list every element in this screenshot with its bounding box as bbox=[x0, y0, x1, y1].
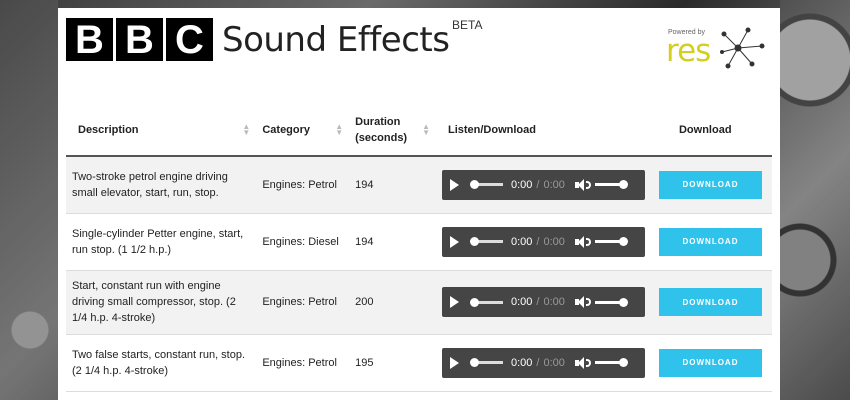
player-cell: 0:00 / 0:00 bbox=[435, 213, 651, 271]
volume-icon[interactable] bbox=[574, 178, 591, 191]
progress-slider[interactable] bbox=[469, 180, 503, 190]
description-cell: Start, constant run with engine driving … bbox=[66, 270, 257, 335]
current-time: 0:00 bbox=[510, 178, 533, 191]
duration-cell: 194 bbox=[349, 156, 436, 214]
current-time: 0:00 bbox=[510, 356, 533, 369]
download-button[interactable]: DOWNLOAD bbox=[658, 227, 762, 256]
res-logo[interactable]: res bbox=[666, 33, 711, 69]
download-cell: DOWNLOAD bbox=[650, 270, 772, 335]
table-row: Start, constant run with engine driving … bbox=[66, 270, 772, 335]
duration-cell: 195 bbox=[349, 334, 436, 392]
progress-slider[interactable] bbox=[469, 237, 503, 246]
category-cell: Engines: Petrol bbox=[256, 270, 350, 335]
audio-player: 0:00 / 0:00 bbox=[441, 347, 645, 378]
total-time: 0:00 bbox=[543, 178, 565, 191]
description-cell: Single-cylinder Petter engine, start, ru… bbox=[66, 213, 257, 271]
player-cell: 0:00 / 0:00 bbox=[435, 156, 651, 214]
res-network-icon bbox=[720, 27, 765, 69]
volume-icon[interactable] bbox=[574, 235, 591, 248]
description-cell: Two-stroke petrol engine driving small e… bbox=[66, 156, 257, 214]
player-cell: 0:00 / 0:00 bbox=[435, 334, 651, 392]
logo-letter: B bbox=[66, 18, 113, 61]
sort-icon[interactable]: ▲ ▼ bbox=[422, 122, 430, 136]
background-machinery bbox=[0, 0, 58, 400]
play-icon[interactable] bbox=[449, 356, 459, 369]
download-cell: DOWNLOAD bbox=[650, 334, 772, 392]
table-row: Single-cylinder Petter engine, start, ru… bbox=[66, 213, 772, 271]
play-icon[interactable] bbox=[449, 235, 459, 248]
player-cell: 0:00 / 0:00 bbox=[435, 270, 651, 335]
download-cell: DOWNLOAD bbox=[650, 156, 772, 214]
site-header: B B C Sound Effects BETA Powered by res bbox=[58, 8, 780, 78]
audio-player: 0:00 / 0:00 bbox=[441, 226, 645, 257]
table-header-row: Description ▲ ▼ Category ▲ ▼ Duration (sec… bbox=[66, 104, 772, 157]
download-button[interactable]: DOWNLOAD bbox=[658, 288, 762, 316]
category-cell: Engines: Petrol bbox=[256, 156, 350, 214]
total-time: 0:00 bbox=[543, 356, 565, 369]
download-cell: DOWNLOAD bbox=[650, 213, 772, 271]
duration-cell: 194 bbox=[349, 213, 436, 271]
category-cell: Engines: Diesel bbox=[256, 213, 350, 271]
logo-letter: B bbox=[116, 18, 163, 61]
progress-slider[interactable] bbox=[469, 297, 503, 307]
column-header-category[interactable]: Category ▲ ▼ bbox=[256, 104, 350, 157]
sort-icon[interactable]: ▲ ▼ bbox=[335, 122, 343, 136]
progress-slider[interactable] bbox=[469, 358, 503, 367]
sort-icon[interactable]: ▲ ▼ bbox=[242, 122, 250, 136]
volume-slider[interactable] bbox=[594, 297, 628, 307]
volume-icon[interactable] bbox=[574, 296, 591, 308]
bbc-logo[interactable]: B B C bbox=[66, 18, 213, 61]
audio-player: 0:00 / 0:00 bbox=[441, 287, 645, 317]
table-row: Two-stroke petrol engine driving small e… bbox=[66, 156, 772, 214]
sound-effects-table: Description ▲ ▼ Category ▲ ▼ Duration (sec… bbox=[66, 104, 772, 392]
play-icon[interactable] bbox=[449, 178, 459, 191]
background-machinery bbox=[780, 0, 850, 400]
beta-badge: BETA bbox=[452, 18, 483, 32]
volume-slider[interactable] bbox=[594, 358, 628, 367]
logo-letter: C bbox=[166, 18, 213, 61]
column-header-download: Download bbox=[650, 104, 772, 157]
play-icon[interactable] bbox=[449, 296, 459, 308]
main-panel: B B C Sound Effects BETA Powered by res bbox=[58, 8, 780, 400]
volume-slider[interactable] bbox=[594, 180, 628, 190]
download-button[interactable]: DOWNLOAD bbox=[658, 170, 762, 199]
category-cell: Engines: Petrol bbox=[256, 334, 350, 392]
column-header-listen: Listen/Download bbox=[435, 104, 651, 157]
volume-icon[interactable] bbox=[574, 356, 591, 369]
current-time: 0:00 bbox=[510, 296, 533, 308]
audio-player: 0:00 / 0:00 bbox=[441, 169, 645, 200]
volume-slider[interactable] bbox=[594, 237, 628, 246]
site-title: Sound Effects bbox=[222, 20, 450, 60]
total-time: 0:00 bbox=[543, 235, 565, 248]
description-cell: Two false starts, constant run, stop. (2… bbox=[66, 334, 257, 392]
current-time: 0:00 bbox=[510, 235, 533, 248]
download-button[interactable]: DOWNLOAD bbox=[658, 348, 762, 377]
column-header-description[interactable]: Description ▲ ▼ bbox=[66, 104, 257, 157]
table-row: Two false starts, constant run, stop. (2… bbox=[66, 334, 772, 392]
column-header-duration[interactable]: Duration (seconds) ▲ ▼ bbox=[349, 104, 436, 157]
duration-cell: 200 bbox=[349, 270, 436, 335]
total-time: 0:00 bbox=[543, 296, 565, 308]
